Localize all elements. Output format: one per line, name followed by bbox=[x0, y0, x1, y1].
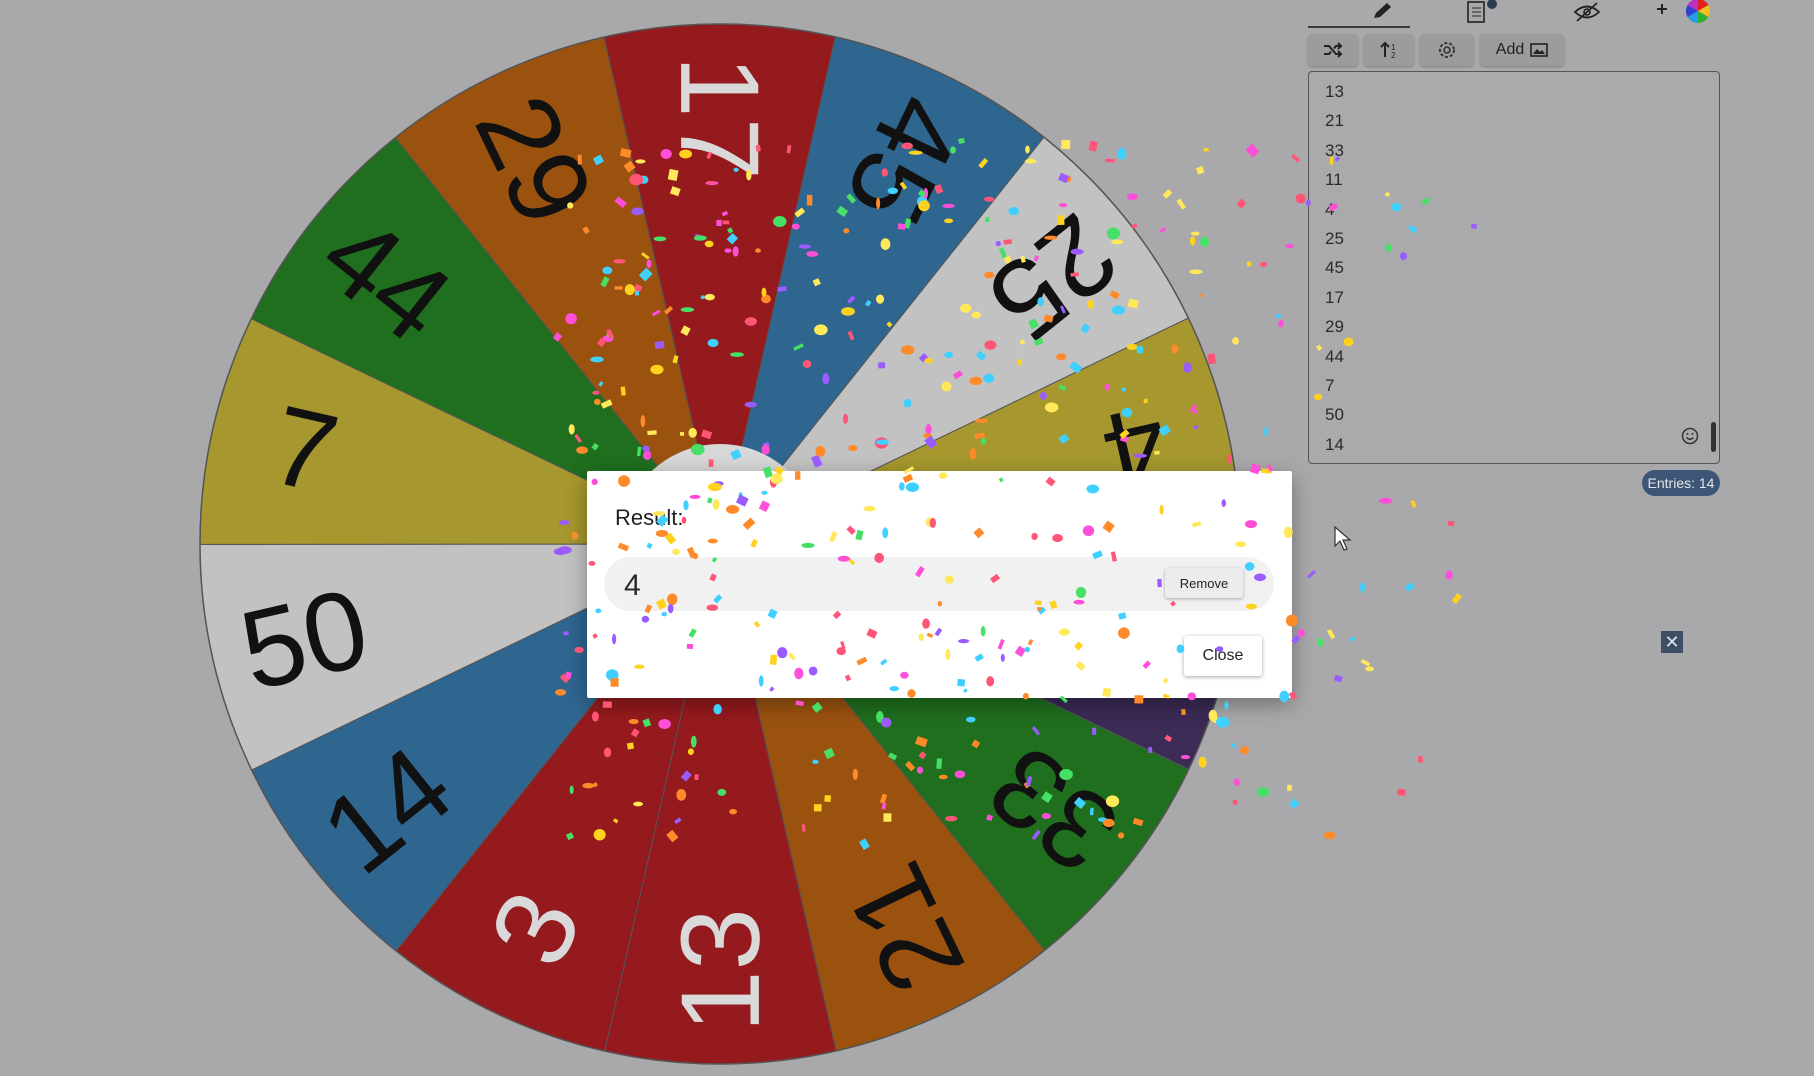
entries-list: 13 21 33 11 4 25 45 17 29 44 7 50 14 bbox=[1325, 82, 1344, 464]
shuffle-button[interactable] bbox=[1308, 34, 1358, 66]
mouse-cursor bbox=[1334, 525, 1352, 557]
entry-line: 25 bbox=[1325, 228, 1344, 248]
entry-line: 17 bbox=[1325, 287, 1344, 307]
entries-textarea[interactable]: 13 21 33 11 4 25 45 17 29 44 7 50 14 bbox=[1308, 71, 1720, 464]
close-icon[interactable]: ✕ bbox=[1661, 631, 1683, 653]
panel-tab-bar bbox=[1308, 0, 1728, 28]
entry-line: 14 bbox=[1325, 434, 1344, 454]
entry-line: 50 bbox=[1325, 405, 1344, 425]
eye-slash-icon[interactable] bbox=[1563, 0, 1611, 24]
add-image-label: Add bbox=[1495, 41, 1525, 58]
add-image-button[interactable]: Add bbox=[1480, 34, 1564, 66]
add-color-wheel-icon[interactable] bbox=[1648, 0, 1718, 24]
entry-line: 29 bbox=[1325, 317, 1344, 337]
entries-count-badge: Entries: 14 bbox=[1642, 470, 1720, 496]
result-dialog: Result: 4 Remove Close bbox=[587, 471, 1292, 698]
active-tab-indicator bbox=[1308, 26, 1410, 28]
wheel-segment-label: 13 bbox=[658, 908, 783, 1033]
entry-line: 7 bbox=[1325, 375, 1335, 395]
settings-button[interactable] bbox=[1420, 34, 1474, 66]
entry-line: 4 bbox=[1325, 199, 1335, 219]
result-value: 4 bbox=[624, 569, 641, 602]
entries-scrollbar[interactable] bbox=[1711, 422, 1716, 452]
entry-line: 11 bbox=[1325, 170, 1343, 190]
entry-line: 45 bbox=[1325, 258, 1344, 278]
shuffle-icon bbox=[1324, 42, 1343, 58]
entry-line: 44 bbox=[1325, 346, 1344, 366]
image-icon bbox=[1530, 43, 1549, 57]
entry-line: 33 bbox=[1325, 140, 1344, 160]
close-button[interactable]: Close bbox=[1184, 636, 1262, 676]
emoji-icon[interactable] bbox=[1681, 427, 1699, 445]
dialog-title: Result: bbox=[615, 505, 684, 530]
pencil-icon[interactable] bbox=[1358, 0, 1406, 24]
svg-text:2: 2 bbox=[1391, 51, 1396, 59]
sort-button[interactable]: 12 bbox=[1364, 34, 1414, 66]
checklist-icon[interactable] bbox=[1458, 0, 1506, 24]
entry-line: 13 bbox=[1325, 82, 1344, 101]
result-row: 4 Remove bbox=[604, 557, 1274, 611]
sort-icon: 12 bbox=[1380, 41, 1396, 59]
wheel-segment-label: 17 bbox=[657, 55, 782, 180]
gear-icon bbox=[1439, 42, 1455, 58]
remove-button[interactable]: Remove bbox=[1165, 568, 1243, 598]
entry-line: 21 bbox=[1325, 111, 1344, 131]
